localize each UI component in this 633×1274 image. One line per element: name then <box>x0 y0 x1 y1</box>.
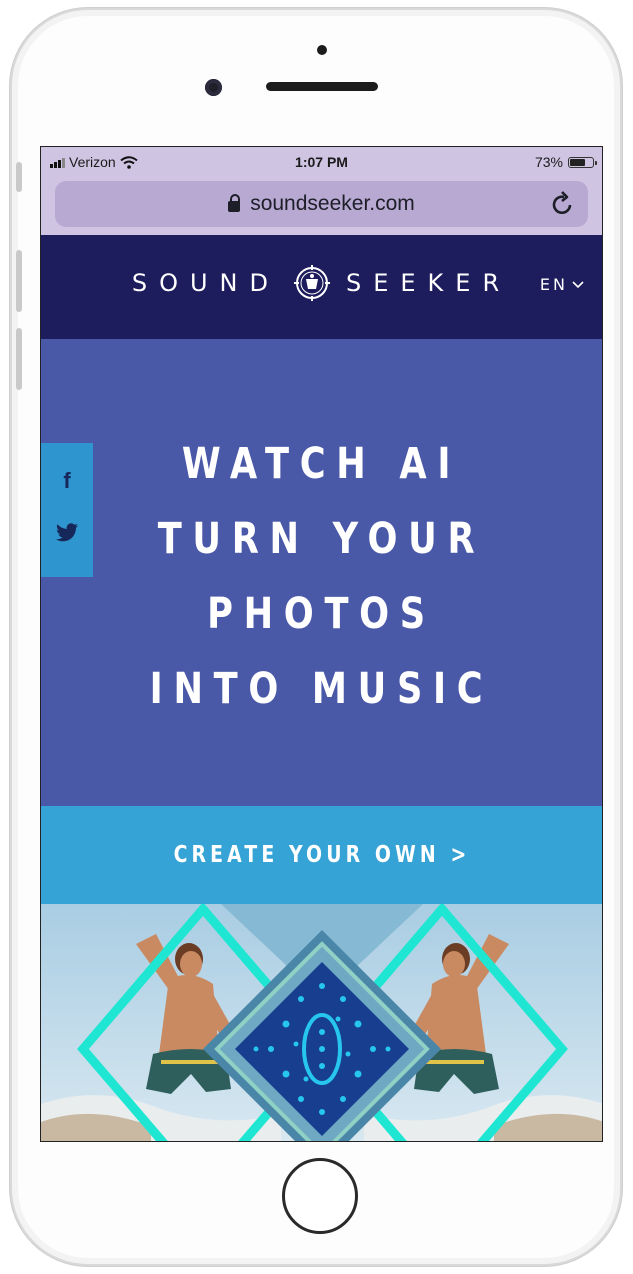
cta-label: CREATE YOUR OWN > <box>173 842 470 868</box>
url-text[interactable]: soundseeker.com <box>250 192 415 216</box>
compass-emblem-icon <box>293 265 330 301</box>
earpiece-speaker <box>266 82 378 91</box>
hero-headline: WATCH AI TURN YOUR PHOTOS INTO MUSIC <box>41 427 602 727</box>
reload-icon[interactable] <box>550 189 576 217</box>
home-button[interactable] <box>282 1158 358 1234</box>
lock-icon <box>228 194 241 212</box>
status-right: 73% <box>534 154 597 170</box>
headline-line: TURN YOUR <box>157 514 486 564</box>
language-label: EN <box>539 275 568 294</box>
sound-seeker-logo[interactable]: SOUND SEEKER <box>41 265 602 301</box>
mute-switch <box>16 162 22 192</box>
logo-word-sound: SOUND <box>131 269 280 297</box>
chevron-down-icon <box>572 280 584 288</box>
headline-line: INTO MUSIC <box>149 664 494 714</box>
status-bar: Verizon 1:07 PM 73% <box>41 147 602 179</box>
front-camera <box>205 79 222 96</box>
logo-word-seeker: SEEKER <box>345 269 512 297</box>
clock: 1:07 PM <box>295 154 348 170</box>
hero-section: f WATCH AI TURN YOUR PHOTOS INTO MUSIC <box>41 339 602 806</box>
create-your-own-button[interactable]: CREATE YOUR OWN > <box>41 806 602 904</box>
photo-collage <box>41 904 602 1141</box>
volume-up-button <box>16 250 22 312</box>
surfer-mirror-collage-image <box>41 904 602 1141</box>
headline-line: WATCH AI <box>181 439 462 489</box>
browser-chrome: soundseeker.com <box>41 179 602 235</box>
phone-screen: Verizon 1:07 PM 73% soundseeker.com SOUN… <box>40 146 603 1142</box>
battery-percent: 73% <box>534 154 563 170</box>
language-selector[interactable]: EN <box>540 275 584 294</box>
headline-line: PHOTOS <box>207 589 436 639</box>
proximity-sensor <box>317 45 327 55</box>
volume-down-button <box>16 328 22 390</box>
battery-icon <box>568 156 597 168</box>
site-header: SOUND SEEKER EN <box>41 235 602 339</box>
address-bar[interactable]: soundseeker.com <box>55 181 588 227</box>
